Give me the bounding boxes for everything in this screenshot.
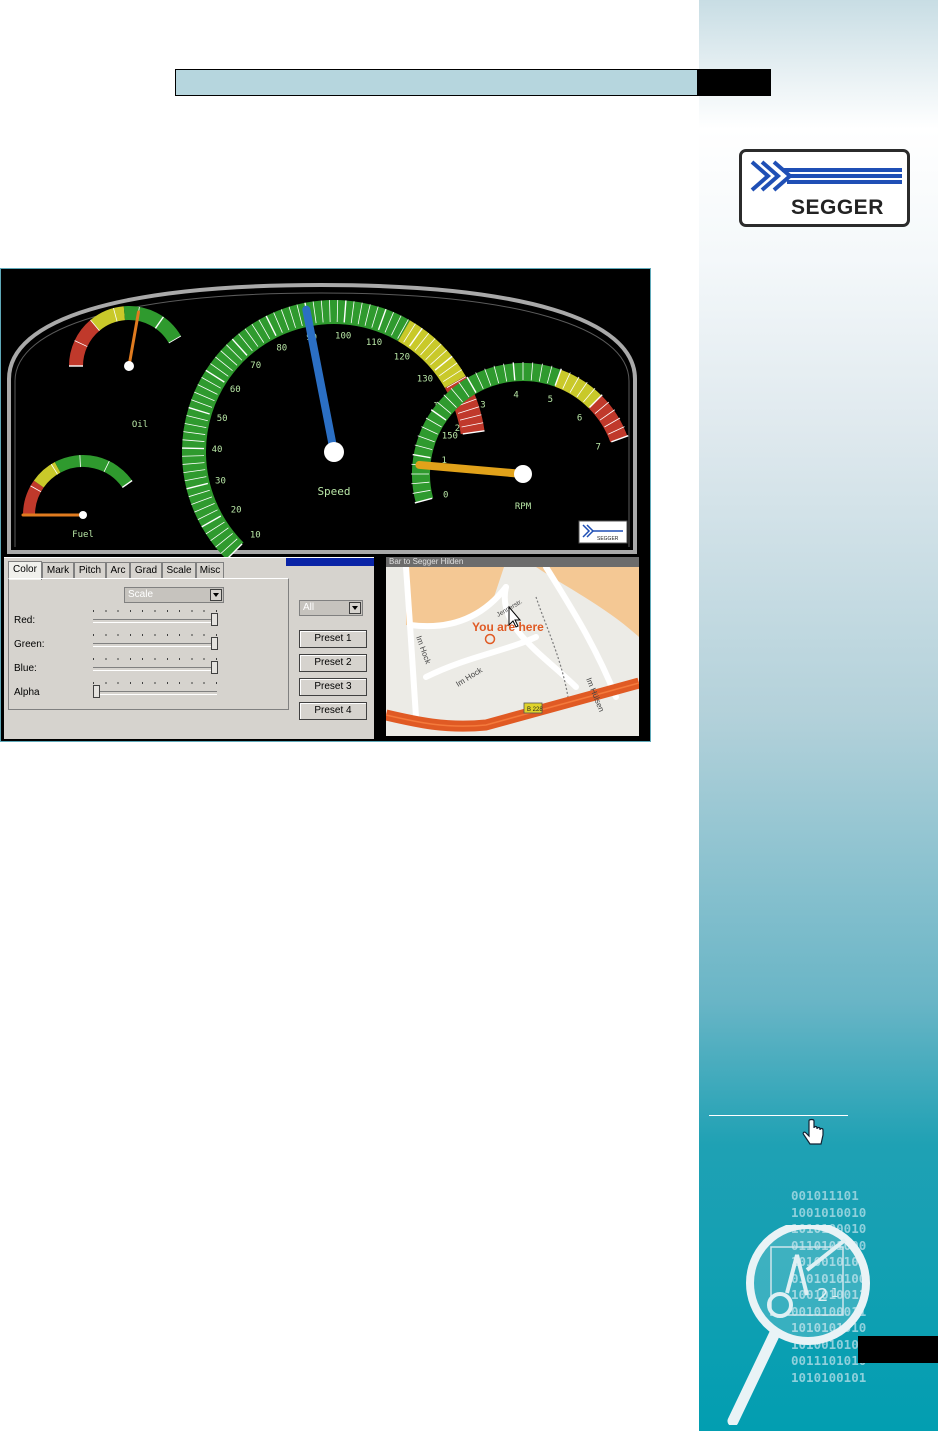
tab-arc[interactable]: Arc	[106, 562, 130, 579]
you-are-here-label: You are here	[472, 620, 544, 634]
header-black-tab	[697, 70, 770, 95]
speed-tick-label: 10	[250, 531, 261, 541]
dashboard-screenshot: OilFuel102030405060708090100110120130140…	[0, 268, 651, 742]
speed-tick-label: 20	[231, 506, 242, 516]
rpm-tick-label: 3	[480, 401, 485, 411]
speed-tick-label: 60	[230, 385, 241, 395]
pointing-hand-icon	[802, 1118, 824, 1145]
alpha-label: Alpha	[14, 687, 40, 698]
speed-tick-label: 70	[250, 361, 261, 371]
small-logo-icon: SEGGER	[578, 520, 628, 544]
tab-scale[interactable]: Scale	[162, 562, 196, 579]
rpm-needle	[415, 460, 527, 478]
speed-tick-label: 30	[215, 476, 226, 486]
speed-tick-label: 100	[335, 331, 351, 341]
tab-misc[interactable]: Misc	[196, 562, 224, 579]
speed-tick-label: 40	[212, 445, 223, 455]
speed-tick-label: 50	[217, 414, 228, 424]
tab-mark[interactable]: Mark	[42, 562, 74, 579]
header-bar	[175, 69, 771, 96]
map-window: Bar to Segger Hilden Im Hock Im Hock Im …	[386, 557, 639, 736]
rpm-tick-label: 5	[548, 395, 553, 405]
green-label: Green:	[14, 639, 45, 650]
chevron-down-icon[interactable]	[210, 589, 222, 601]
slider-thumb[interactable]	[93, 685, 100, 698]
slider-thumb[interactable]	[211, 613, 218, 626]
red-label: Red:	[14, 615, 36, 626]
preset-2-button[interactable]: Preset 2	[299, 654, 367, 672]
fuel-arc-green	[54, 455, 133, 488]
alpha-slider[interactable]	[93, 682, 219, 698]
map-view[interactable]: Im Hock Im Hock Im Hülsen Jennerstr. You…	[386, 567, 639, 736]
speed-needle	[302, 305, 338, 456]
target-combo[interactable]: All	[299, 600, 363, 616]
settings-titlebar	[286, 558, 374, 566]
needle-hub	[124, 361, 134, 371]
scale-combo-value: Scale	[128, 589, 154, 600]
segger-logo: SEGGER	[739, 149, 910, 227]
speed-label: Speed	[317, 485, 350, 498]
target-combo-value: All	[303, 602, 315, 613]
tab-pitch[interactable]: Pitch	[74, 562, 106, 579]
speed-tick-label: 130	[417, 374, 433, 384]
oil-label: Oil	[132, 420, 148, 430]
speed-tick-label: 120	[394, 353, 410, 363]
oil-arc-green	[123, 306, 181, 344]
needle-hub	[514, 465, 532, 483]
road-badge-label: B 228	[527, 707, 543, 713]
speed-tick	[336, 300, 339, 323]
rpm-label: RPM	[515, 502, 532, 512]
preset-4-button[interactable]: Preset 4	[299, 702, 367, 720]
logo-text: SEGGER	[791, 196, 884, 219]
speed-tick	[182, 447, 205, 450]
rpm-tick-label: 7	[595, 443, 600, 453]
speed-tick-label: 80	[276, 343, 287, 353]
map-title: Bar to Segger Hilden	[386, 557, 639, 567]
slider-thumb[interactable]	[211, 661, 218, 674]
slider-thumb[interactable]	[211, 637, 218, 650]
blue-label: Blue:	[14, 663, 37, 674]
fuel-arc-red	[23, 480, 44, 516]
settings-window: Color Mark Pitch Arc Grad Scale Misc Scale All…	[4, 557, 374, 739]
sidebar-divider	[709, 1115, 848, 1116]
scale-combo[interactable]: Scale	[124, 587, 224, 603]
svg-text:2: 2	[817, 1285, 828, 1306]
needle-hub	[324, 442, 344, 462]
preset-1-button[interactable]: Preset 1	[299, 630, 367, 648]
rpm-tick-label: 0	[443, 491, 448, 501]
chevron-down-icon[interactable]	[349, 602, 361, 614]
svg-text:SEGGER: SEGGER	[597, 536, 619, 542]
blue-slider[interactable]	[93, 658, 219, 674]
fuel-label: Fuel	[72, 530, 94, 540]
magnifier-icon: 2 1	[727, 1225, 870, 1425]
svg-text:1: 1	[831, 1286, 839, 1300]
tab-grad[interactable]: Grad	[130, 562, 162, 579]
rpm-tick-label: 6	[577, 413, 582, 423]
red-slider[interactable]	[93, 610, 219, 626]
rpm-tick-label: 2	[455, 424, 460, 434]
preset-3-button[interactable]: Preset 3	[299, 678, 367, 696]
speed-tick-label: 110	[366, 338, 382, 348]
page-number-tab	[858, 1336, 938, 1363]
green-slider[interactable]	[93, 634, 219, 650]
rpm-tick-label: 4	[513, 390, 518, 400]
oil-arc-yellow	[90, 306, 126, 331]
needle-hub	[79, 511, 87, 519]
